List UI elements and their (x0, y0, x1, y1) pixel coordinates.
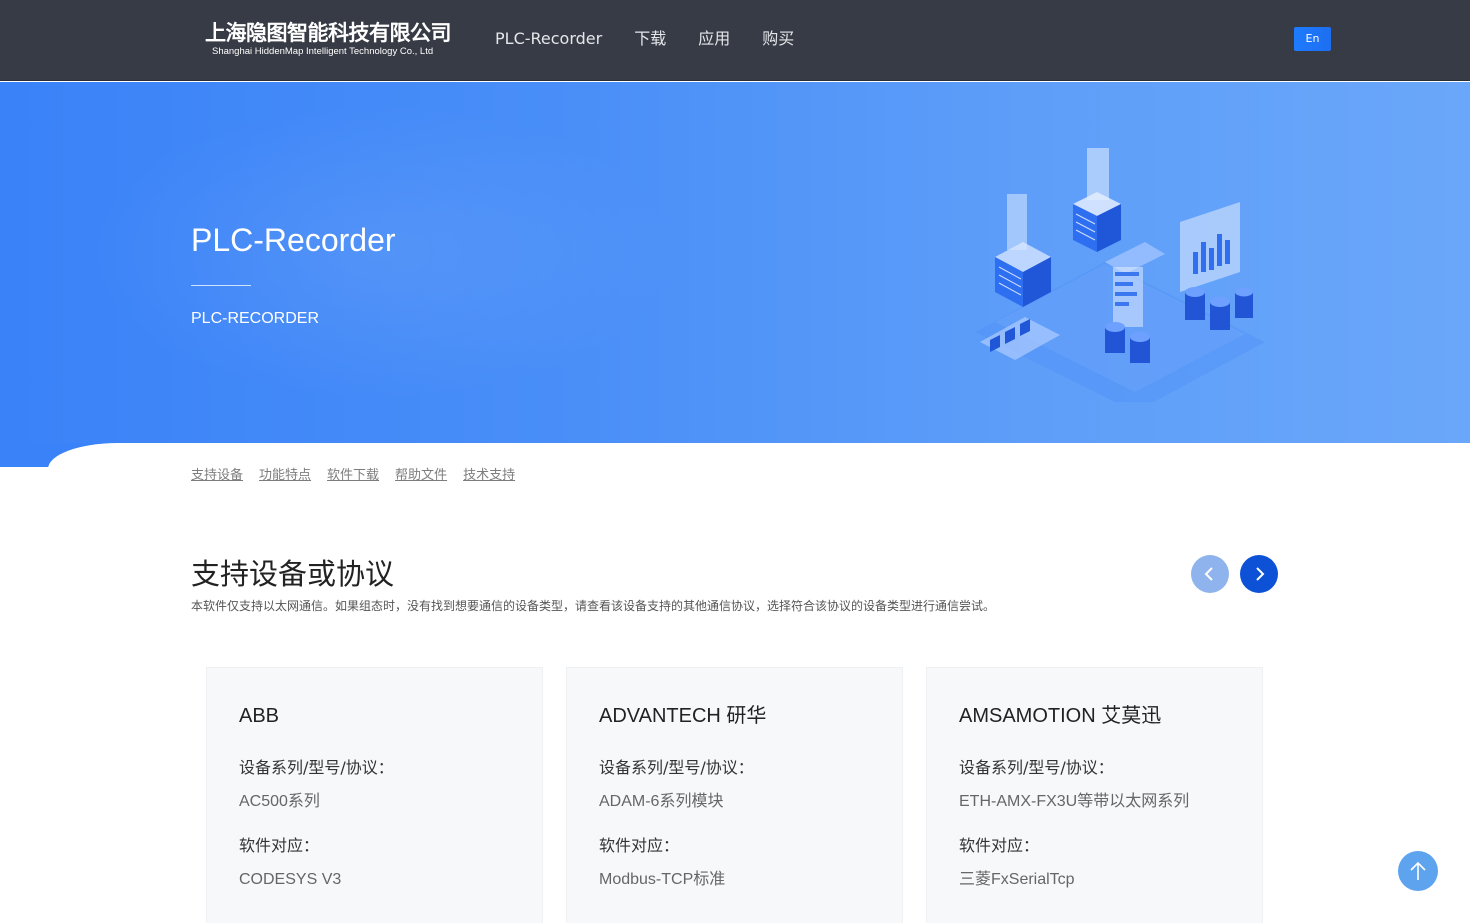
card-software-label: 软件对应： (959, 836, 1040, 855)
nav-plc-recorder[interactable]: PLC-Recorder (495, 28, 602, 50)
nav-download[interactable]: 下载 (634, 28, 666, 50)
chevron-right-icon (1256, 567, 1265, 581)
subnav-help-files[interactable]: 帮助文件 (395, 467, 447, 485)
server-isometric-illustration (975, 148, 1265, 402)
card-series-label: 设备系列/型号/协议： (239, 758, 394, 777)
section-subnav: 支持设备 功能特点 软件下载 帮助文件 技术支持 (191, 467, 515, 485)
banner-divider (191, 285, 251, 286)
card-series-label: 设备系列/型号/协议： (599, 758, 754, 777)
card-series-value: ADAM-6系列模块 (599, 793, 724, 810)
device-card-advantech[interactable]: ADVANTECH 研华 设备系列/型号/协议： ADAM-6系列模块 软件对应… (566, 667, 903, 923)
chevron-left-icon (1204, 567, 1213, 581)
card-series-value: AC500系列 (239, 793, 320, 810)
subnav-software-download[interactable]: 软件下载 (327, 467, 379, 485)
nav-applications[interactable]: 应用 (698, 28, 730, 50)
back-to-top-button[interactable] (1398, 851, 1438, 891)
logo-chinese-text: 上海隐图智能科技有限公司 (205, 21, 452, 45)
subnav-features[interactable]: 功能特点 (259, 467, 311, 485)
card-series-value: ETH-AMX-FX3U等带以太网系列 (959, 793, 1190, 810)
subnav-supported-devices[interactable]: 支持设备 (191, 467, 243, 485)
card-software-value: CODESYS V3 (239, 871, 342, 888)
hero-banner: PLC-Recorder PLC-RECORDER (0, 82, 1470, 443)
top-navigation-bar: 上海隐图智能科技有限公司 Shanghai HiddenMap Intellig… (0, 0, 1470, 81)
carousel-prev-button[interactable] (1191, 555, 1229, 593)
card-software-value: 三菱FxSerialTcp (959, 871, 1075, 888)
card-software-label: 软件对应： (599, 836, 680, 855)
logo-english-text: Shanghai HiddenMap Intelligent Technolog… (212, 46, 434, 57)
carousel-next-button[interactable] (1240, 555, 1278, 593)
device-card-amsamotion[interactable]: AMSAMOTION 艾莫迅 设备系列/型号/协议： ETH-AMX-FX3U等… (926, 667, 1263, 923)
banner-subtitle: PLC-RECORDER (191, 310, 320, 327)
arrow-up-icon (1410, 861, 1426, 880)
card-series-label: 设备系列/型号/协议： (959, 758, 1114, 777)
nav-purchase[interactable]: 购买 (762, 28, 794, 50)
card-brand-name: ADVANTECH 研华 (599, 705, 767, 727)
main-nav: PLC-Recorder 下载 应用 购买 (495, 28, 794, 50)
subnav-tech-support[interactable]: 技术支持 (463, 467, 515, 485)
card-brand-name: ABB (239, 705, 280, 727)
section-description: 本软件仅支持以太网通信。如果组态时，没有找到想要通信的设备类型，请查看该设备支持… (191, 599, 996, 613)
language-switch-button[interactable]: En (1294, 27, 1331, 51)
device-card-abb[interactable]: ABB 设备系列/型号/协议： AC500系列 软件对应： CODESYS V3 (206, 667, 543, 923)
card-software-label: 软件对应： (239, 836, 320, 855)
banner-title: PLC-Recorder (191, 222, 396, 258)
card-brand-name: AMSAMOTION 艾莫迅 (959, 705, 1162, 727)
section-title: 支持设备或协议 (191, 557, 395, 591)
banner-curve-edge (48, 443, 208, 563)
company-logo[interactable]: 上海隐图智能科技有限公司 Shanghai HiddenMap Intellig… (205, 20, 452, 60)
card-software-value: Modbus-TCP标准 (599, 871, 726, 888)
